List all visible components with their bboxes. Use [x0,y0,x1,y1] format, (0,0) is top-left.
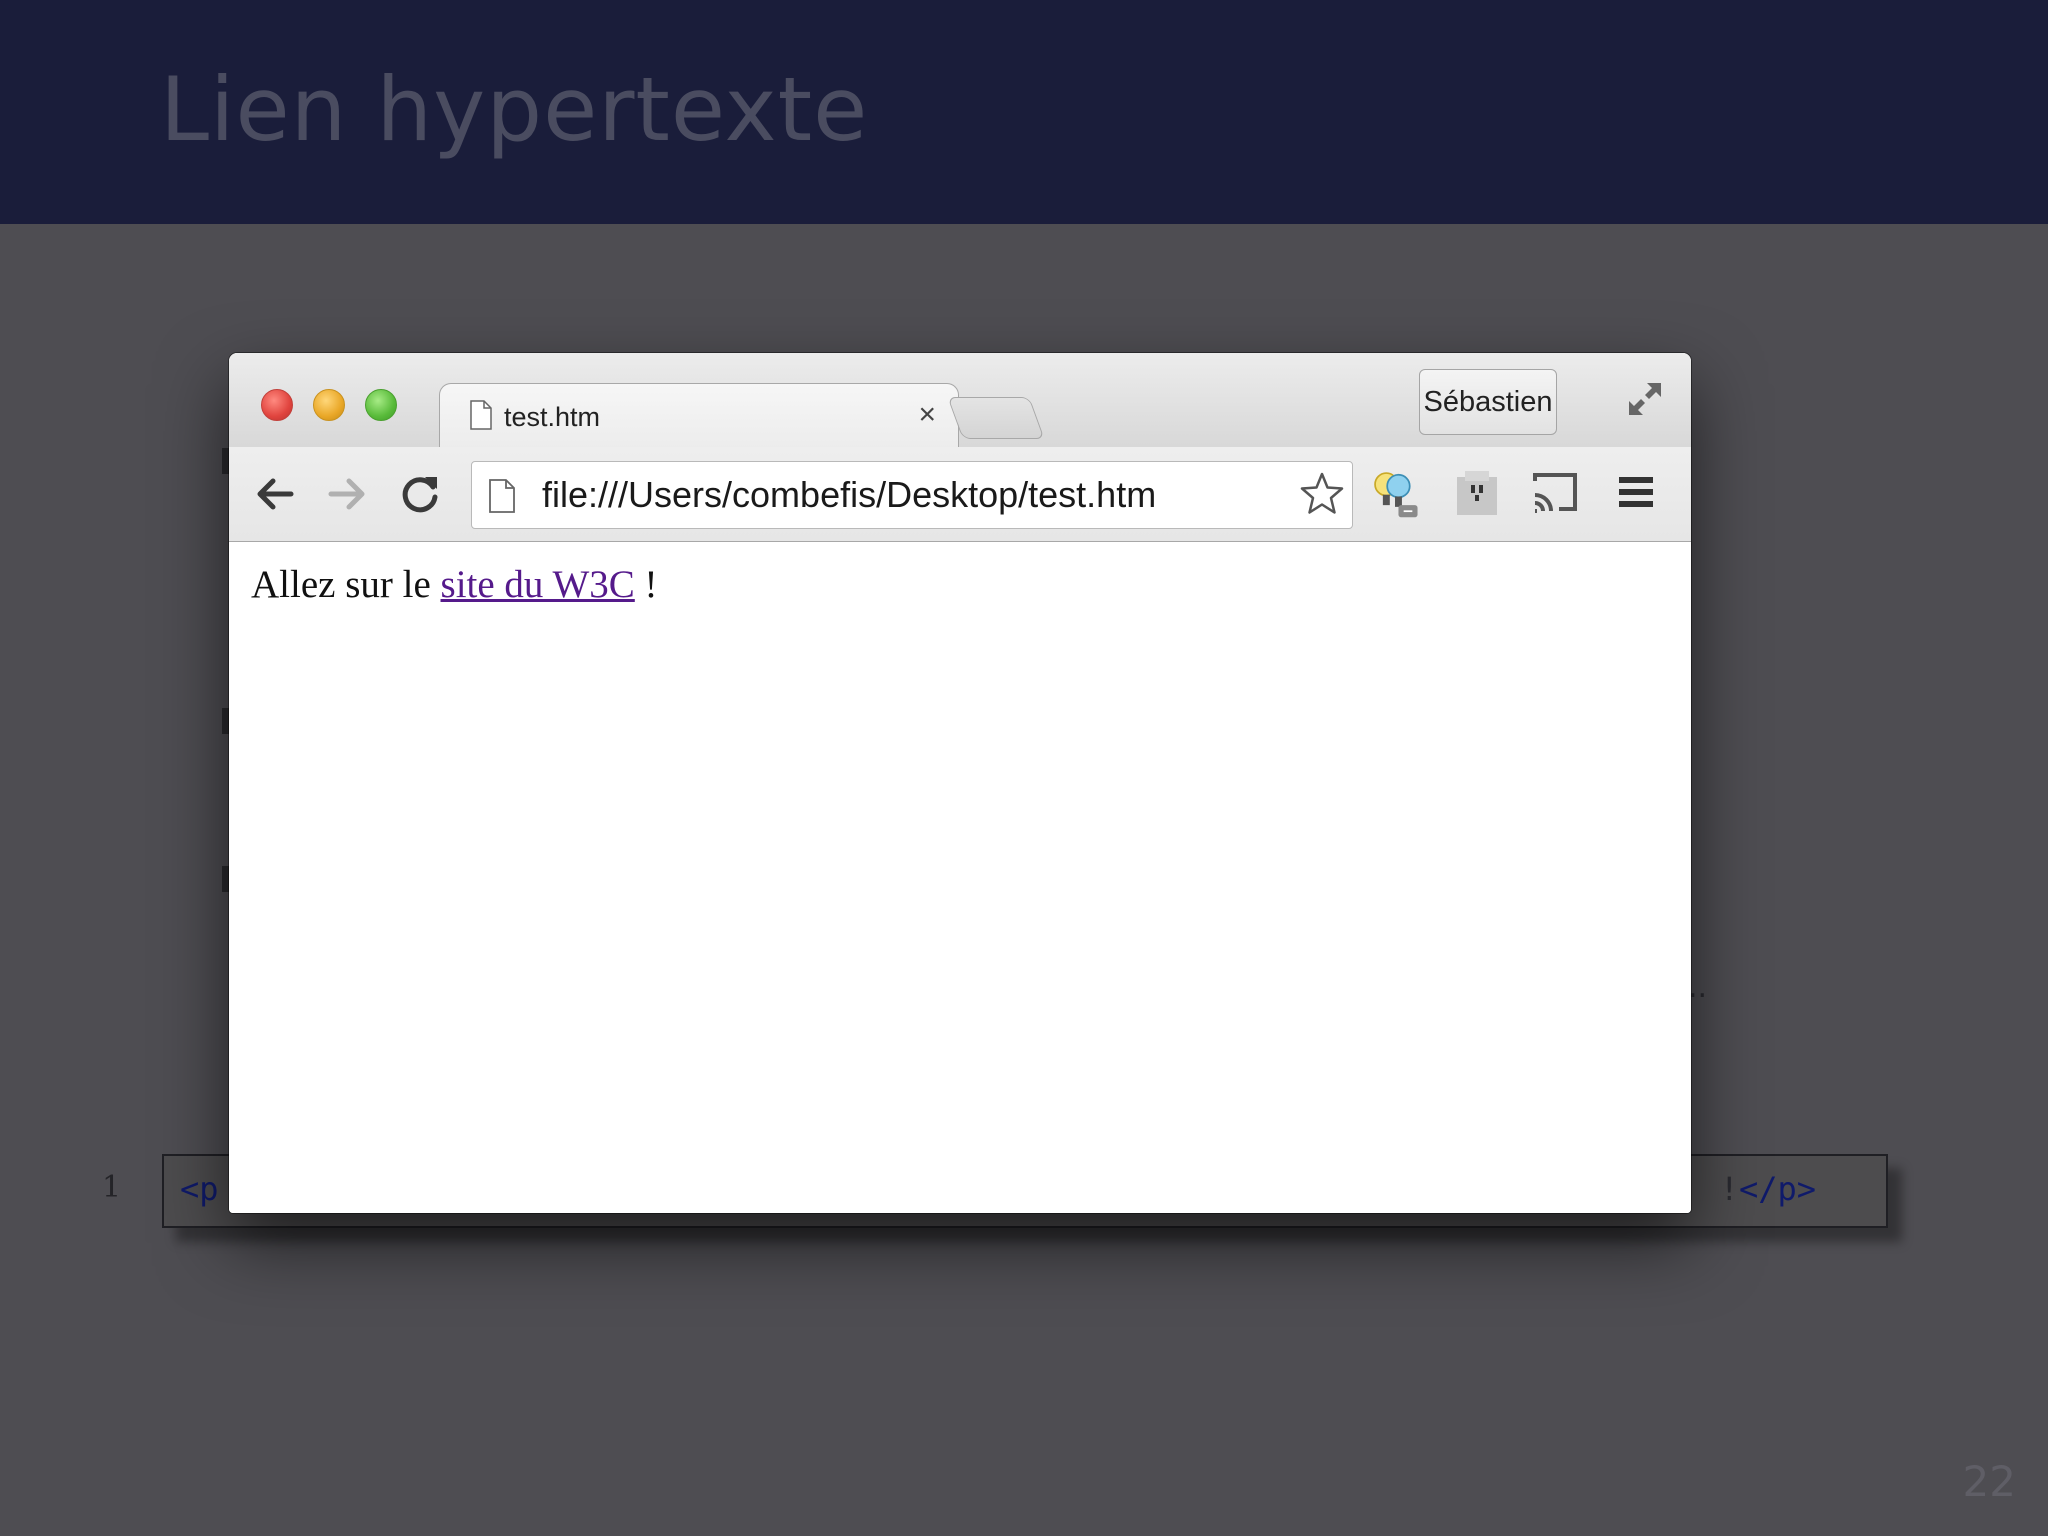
evernote-extension-icon[interactable] [1451,467,1503,519]
w3c-link[interactable]: site du W3C [441,563,635,606]
browser-window: test.htm × Sébastien file:///Users/combe… [229,353,1691,1213]
tab-title: test.htm [504,402,601,432]
reload-icon[interactable] [397,471,443,517]
code-close: !</p> [1719,1170,1816,1208]
code-line-number: 1 [102,1170,122,1205]
back-arrow-icon[interactable] [251,471,297,517]
window-minimize-button[interactable] [313,389,345,421]
page-content: Allez sur le site du W3C ! [229,542,1691,1213]
menu-icon[interactable] [1611,467,1663,519]
code-open-tag: <p [180,1170,219,1208]
page-icon [489,479,515,513]
slide-header: Lien hypertexte [0,0,2048,224]
url-text: file:///Users/combefis/Desktop/test.htm [542,474,1157,515]
window-close-button[interactable] [261,389,293,421]
new-tab-button[interactable] [947,397,1045,439]
address-bar[interactable]: file:///Users/combefis/Desktop/test.htm [471,461,1353,529]
cast-icon[interactable] [1529,467,1581,519]
paragraph-text-before: Allez sur le [251,563,441,606]
tab-close-button[interactable]: × [918,398,936,432]
page-icon [470,400,492,430]
paragraph-text-after: ! [634,563,658,606]
browser-toolbar: file:///Users/combefis/Desktop/test.htm [229,447,1691,542]
window-maximize-button[interactable] [365,389,397,421]
browser-titlebar: test.htm × Sébastien [229,353,1691,450]
browser-tab[interactable]: test.htm × [439,383,959,450]
fullscreen-icon[interactable] [1625,379,1665,419]
slide-title: Lien hypertexte [160,58,869,161]
forward-arrow-icon[interactable] [325,471,371,517]
page-paragraph: Allez sur le site du W3C ! [251,562,658,607]
slide-page-number: 22 [1962,1457,2016,1506]
star-icon[interactable] [1298,470,1346,518]
profile-button[interactable]: Sébastien [1419,369,1557,435]
lightbulb-extension-icon[interactable] [1369,467,1421,519]
